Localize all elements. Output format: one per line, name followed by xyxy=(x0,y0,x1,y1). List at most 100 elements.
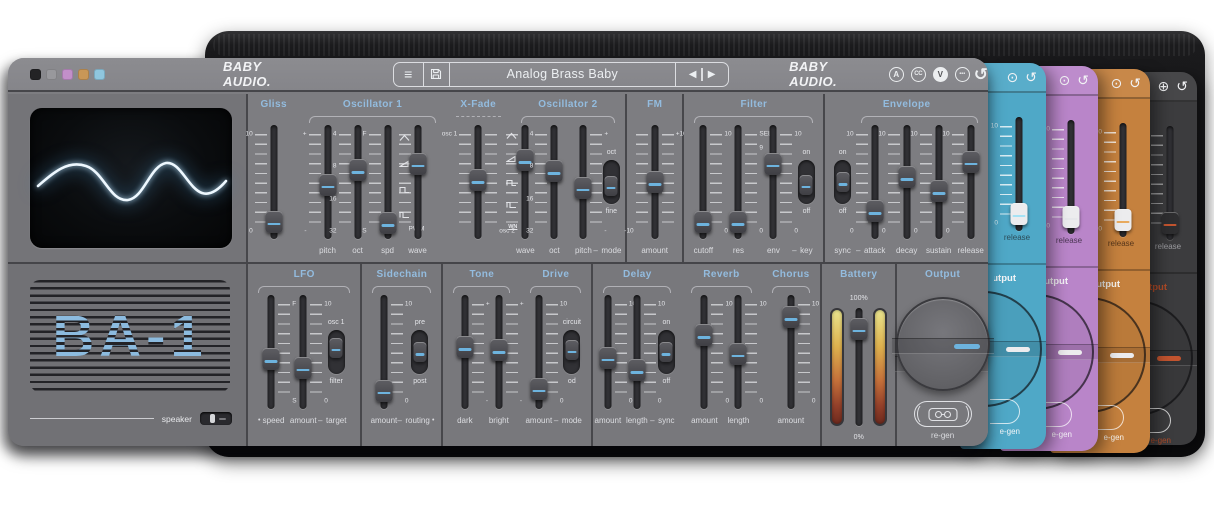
skin-blue-swatch[interactable] xyxy=(94,69,105,80)
next-preset-button[interactable]: ▶ xyxy=(708,69,716,80)
slider-handle[interactable] xyxy=(782,306,799,328)
envelope-sync-toggle[interactable]: onoff xyxy=(827,125,859,239)
delay-amount-slider[interactable]: 100 xyxy=(593,295,622,409)
orange-release-slider[interactable]: 100 xyxy=(1110,123,1136,237)
toggle-handle[interactable] xyxy=(836,172,849,192)
save-preset-button[interactable] xyxy=(424,63,450,86)
toggle-handle[interactable] xyxy=(565,340,578,360)
delay-length-slider[interactable]: 100 xyxy=(622,295,651,409)
drive-mode-toggle[interactable]: circuitod xyxy=(555,295,589,409)
slider-handle[interactable] xyxy=(628,359,645,381)
slider-handle[interactable] xyxy=(866,200,883,222)
slider-track[interactable] xyxy=(522,125,529,239)
envelope-release-slider[interactable]: 100 xyxy=(955,125,987,239)
reverb-length-slider[interactable]: 100 xyxy=(721,295,755,409)
variant-regen-button[interactable] xyxy=(1042,402,1074,428)
variant-regen-button[interactable] xyxy=(990,399,1022,425)
slider-handle[interactable] xyxy=(265,211,282,233)
prev-preset-button[interactable]: ◀ xyxy=(689,69,697,80)
speaker-toggle[interactable] xyxy=(200,412,232,425)
lfo-amount-slider[interactable]: 100 xyxy=(287,295,319,409)
slider-handle[interactable] xyxy=(319,174,336,196)
slider-track[interactable] xyxy=(300,295,307,409)
sidechain-amount-slider[interactable]: 100 xyxy=(366,295,402,409)
slider-handle[interactable] xyxy=(765,153,782,175)
skin-purple-swatch[interactable] xyxy=(62,69,73,80)
slider-handle[interactable] xyxy=(530,378,547,400)
slider-handle[interactable] xyxy=(1011,203,1028,225)
drive-amount-slider[interactable]: 100 xyxy=(523,295,555,409)
lfo-target-toggle[interactable]: osc 1filter xyxy=(319,295,353,409)
variant-undo-icon[interactable]: ↺ xyxy=(1176,79,1188,93)
slider-handle[interactable] xyxy=(409,153,426,175)
skin-black-swatch[interactable] xyxy=(30,69,41,80)
slider-handle[interactable] xyxy=(379,212,396,234)
slider-handle[interactable] xyxy=(696,324,713,346)
tone-dark-slider[interactable]: +- xyxy=(448,295,482,409)
toggle-track[interactable] xyxy=(834,160,851,204)
xfade-xfade-slider[interactable]: osc 1osc 2 xyxy=(450,125,506,239)
lfo-speed-slider[interactable]: FS xyxy=(255,295,287,409)
sidechain-routing-toggle[interactable]: prepost xyxy=(402,295,438,409)
toggle-handle[interactable] xyxy=(413,342,426,362)
slider-track[interactable] xyxy=(551,125,558,239)
slider-track[interactable] xyxy=(967,125,974,239)
toggle-track[interactable] xyxy=(798,160,815,204)
toggle-track[interactable] xyxy=(563,330,580,374)
envelope-decay-slider[interactable]: 100 xyxy=(891,125,923,239)
teal-release-slider[interactable]: 100 xyxy=(1006,117,1032,231)
slider-handle[interactable] xyxy=(375,380,392,402)
a-badge[interactable]: A xyxy=(889,67,904,82)
osc2-mode-toggle[interactable]: octfine xyxy=(598,125,625,239)
slider-track[interactable] xyxy=(354,125,361,239)
variant-undo-icon[interactable]: ↺ xyxy=(1129,76,1141,90)
variant-regen-button[interactable] xyxy=(1094,405,1126,431)
toggle-track[interactable] xyxy=(603,160,620,204)
skin-orange-swatch[interactable] xyxy=(78,69,89,80)
slider-track[interactable] xyxy=(633,295,640,409)
slider-handle[interactable] xyxy=(695,211,712,233)
toggle-handle[interactable] xyxy=(660,342,673,362)
variant-badge-icon[interactable]: ⊙ xyxy=(1007,70,1019,84)
toggle-handle[interactable] xyxy=(605,176,618,196)
variant-undo-icon[interactable]: ↺ xyxy=(1077,73,1089,87)
osc2-pitch-slider[interactable]: +- xyxy=(569,125,598,239)
variant-release-slider[interactable]: 100 xyxy=(1157,126,1183,240)
slider-handle[interactable] xyxy=(930,180,947,202)
slider-handle[interactable] xyxy=(1063,206,1080,228)
filter-res-slider[interactable]: SELF90 xyxy=(721,125,756,239)
slider-handle[interactable] xyxy=(898,166,915,188)
variant-undo-icon[interactable]: ↺ xyxy=(1025,70,1037,84)
slider-handle[interactable] xyxy=(263,348,280,370)
skin-gray-swatch[interactable] xyxy=(46,69,57,80)
menu-button[interactable]: ≡ xyxy=(394,63,424,86)
variant-badge-icon[interactable]: ⊙ xyxy=(1059,73,1071,87)
toggle-track[interactable] xyxy=(658,330,675,374)
delay-sync-toggle[interactable]: onoff xyxy=(651,295,681,409)
slider-handle[interactable] xyxy=(295,357,312,379)
toggle-track[interactable] xyxy=(328,330,345,374)
output-knob[interactable] xyxy=(896,297,990,391)
undo-icon[interactable]: ↺ xyxy=(974,66,988,83)
chorus-amount-slider[interactable]: 100 xyxy=(769,295,813,409)
envelope-sustain-slider[interactable]: 100 xyxy=(923,125,955,239)
filter-env-slider[interactable]: 100 xyxy=(756,125,791,239)
battery-level-slider[interactable] xyxy=(847,308,871,426)
variant-release-slider[interactable]: 100 xyxy=(1058,120,1084,234)
slider-handle[interactable] xyxy=(730,211,747,233)
toggle-handle[interactable] xyxy=(800,175,813,195)
toggle-handle[interactable] xyxy=(330,338,343,358)
slider-track[interactable] xyxy=(414,125,421,239)
slider-track[interactable] xyxy=(770,125,777,239)
variant-badge-icon[interactable]: ⊕ xyxy=(1158,79,1170,93)
filter-key-toggle[interactable]: onoff xyxy=(791,125,822,239)
slider-handle[interactable] xyxy=(730,343,747,365)
slider-handle[interactable] xyxy=(575,177,592,199)
preset-name[interactable]: Analog Brass Baby xyxy=(450,63,676,86)
slider-handle[interactable] xyxy=(599,347,616,369)
variant-release-slider[interactable]: 100 xyxy=(1006,117,1032,231)
filter-cutoff-slider[interactable]: 100 xyxy=(686,125,721,239)
gliss-gliss-slider[interactable]: 100 xyxy=(252,125,296,239)
slider-handle[interactable] xyxy=(962,151,979,173)
slider-handle[interactable] xyxy=(546,160,563,182)
